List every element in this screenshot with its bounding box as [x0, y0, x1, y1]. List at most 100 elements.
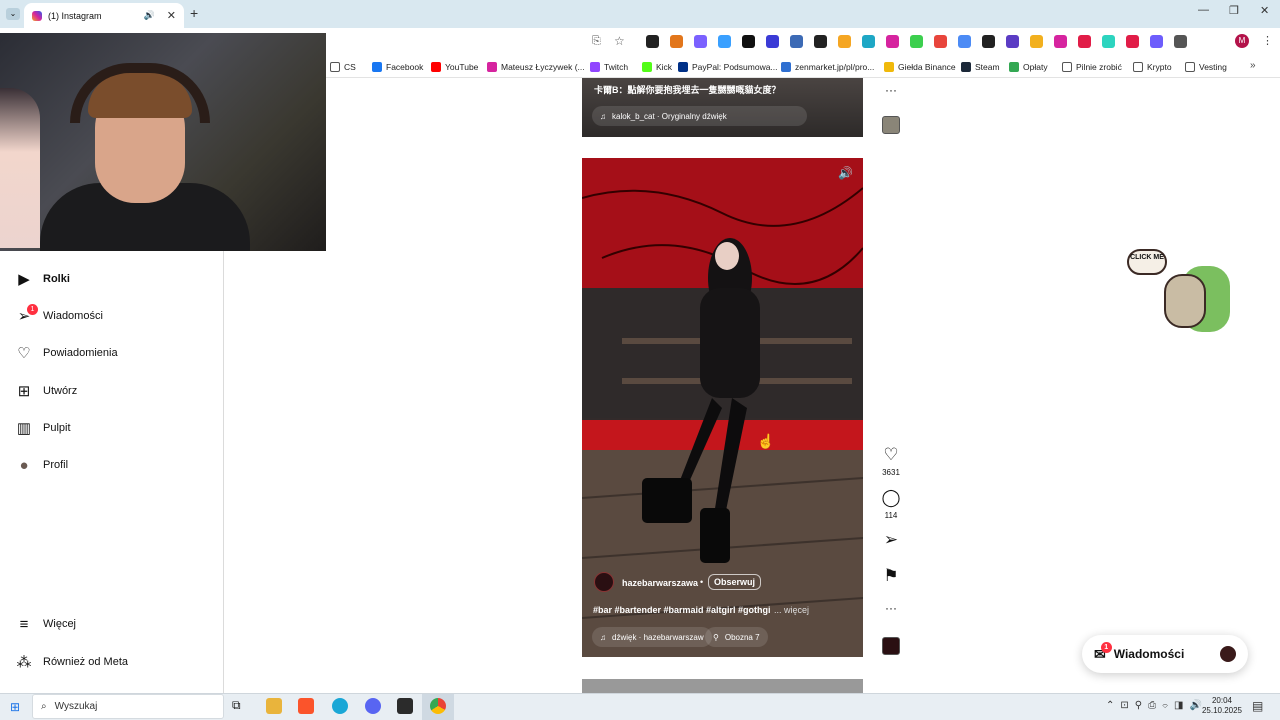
taskbar-search[interactable]: ⌕ Wyszukaj: [32, 694, 224, 719]
browser-extension-icon[interactable]: [1126, 35, 1139, 48]
reel-main[interactable]: 🔊 hazebarwarszawa • Obserwuj #bar #barte…: [582, 158, 863, 657]
reel-audio[interactable]: ♫ dźwięk · hazebarwarszaw: [592, 627, 712, 647]
browser-extension-icon[interactable]: [886, 35, 899, 48]
browser-extension-icon[interactable]: [1174, 35, 1187, 48]
bookmark-item[interactable]: Pilnie zrobić: [1062, 56, 1122, 78]
bookmark-item[interactable]: Twitch: [590, 56, 628, 78]
bookmark-item[interactable]: Mateusz Łyczywek (...: [487, 56, 585, 78]
new-tab-button[interactable]: +: [190, 5, 198, 21]
click-me-panda-sticker[interactable]: CLICK ME: [1122, 246, 1232, 336]
bookmark-item[interactable]: CS: [330, 56, 356, 78]
notifications-icon[interactable]: ▤: [1252, 699, 1263, 713]
browser-extension-icon[interactable]: [814, 35, 827, 48]
messages-widget[interactable]: ✉ 1 Wiadomości: [1082, 635, 1248, 673]
brave-icon[interactable]: [298, 698, 314, 714]
reel-audio-thumbnail[interactable]: [882, 116, 900, 134]
sidebar-item-create[interactable]: ⊞ Utwórz: [16, 379, 78, 403]
chrome-icon[interactable]: [430, 698, 446, 714]
cast-icon[interactable]: ⎘: [592, 35, 601, 48]
minimize-button[interactable]: —: [1198, 4, 1209, 16]
bookmark-favicon-icon: [487, 62, 497, 72]
share-icon[interactable]: ➢: [880, 530, 902, 550]
menu-icon: ≡: [19, 615, 29, 633]
author-username[interactable]: hazebarwarszawa: [622, 578, 698, 588]
browser-extension-icon[interactable]: [646, 35, 659, 48]
sidebar-item-label: Rolki: [43, 273, 70, 285]
bookmark-item[interactable]: zenmarket.jp/pl/pro...: [781, 56, 874, 78]
reel-previous[interactable]: 卡爾B：點解你要抱我埋去一隻嬲嬲嘅貓女度？ ♫ kalok_b_cat · Or…: [582, 78, 863, 137]
browser-extension-icon[interactable]: [1054, 35, 1067, 48]
sidebar-item-more[interactable]: ≡ Więcej: [16, 612, 76, 636]
bookmark-item[interactable]: Kick: [642, 56, 672, 78]
sidebar-item-profile[interactable]: ● Profil: [16, 453, 68, 477]
windows-start-icon[interactable]: ⊞: [10, 700, 20, 714]
browser-extension-icon[interactable]: [1078, 35, 1091, 48]
browser-menu-icon[interactable]: ⋮: [1262, 34, 1273, 47]
browser-extension-icon[interactable]: [862, 35, 875, 48]
save-bookmark-icon[interactable]: ⚑: [880, 566, 902, 586]
close-window-button[interactable]: ✕: [1260, 4, 1269, 17]
bookmark-item[interactable]: Krypto: [1133, 56, 1172, 78]
profile-avatar-icon[interactable]: M: [1235, 34, 1249, 48]
reel-more-options-icon[interactable]: ···: [885, 83, 897, 97]
browser-extension-icon[interactable]: [1102, 35, 1115, 48]
reel-caption: #bar #bartender #barmaid #altgirl #gothg…: [593, 605, 771, 615]
comment-icon[interactable]: ◯: [880, 488, 902, 508]
browser-extension-icon[interactable]: [1006, 35, 1019, 48]
like-heart-icon[interactable]: ♡: [880, 445, 902, 465]
browser-extension-icon[interactable]: [670, 35, 683, 48]
bookmark-star-icon[interactable]: ☆: [614, 34, 625, 48]
reel-location-label: Obozna 7: [724, 632, 760, 642]
bookmark-item[interactable]: Facebook: [372, 56, 423, 78]
system-tray-icons[interactable]: ⌃⊡⚲⎙⌔◨🔊: [1106, 700, 1208, 711]
reel-caption: 卡爾B：點解你要抱我埋去一隻嬲嬲嘅貓女度？: [594, 85, 781, 95]
browser-extension-icon[interactable]: [838, 35, 851, 48]
reel-next[interactable]: [582, 679, 863, 693]
browser-extension-icon[interactable]: [910, 35, 923, 48]
browser-extension-icon[interactable]: [1030, 35, 1043, 48]
reel-audio[interactable]: ♫ kalok_b_cat · Oryginalny dźwięk: [592, 106, 807, 126]
browser-extension-icon[interactable]: [766, 35, 779, 48]
more-options-icon[interactable]: ···: [880, 601, 902, 615]
bookmark-label: CS: [344, 62, 356, 72]
bookmark-item[interactable]: Giełda Binance: [884, 56, 956, 78]
edge-icon[interactable]: [332, 698, 348, 714]
audio-playing-icon[interactable]: 🔊: [144, 10, 155, 21]
more-bookmarks-icon[interactable]: »: [1250, 60, 1256, 71]
bookmark-label: zenmarket.jp/pl/pro...: [795, 62, 875, 72]
browser-extension-icon[interactable]: [982, 35, 995, 48]
reel-location[interactable]: ⚲ Obozna 7: [705, 627, 768, 647]
browser-extension-icon[interactable]: [694, 35, 707, 48]
bookmark-item[interactable]: YouTube: [431, 56, 478, 78]
browser-extension-icon[interactable]: [790, 35, 803, 48]
headset: [70, 63, 210, 123]
task-view-icon[interactable]: ⧉: [232, 698, 248, 714]
tab-search-button[interactable]: ⌄: [6, 8, 20, 20]
follow-button[interactable]: Obserwuj: [708, 574, 762, 590]
browser-extension-icon[interactable]: [934, 35, 947, 48]
bookmark-item[interactable]: Opłaty: [1009, 56, 1048, 78]
sidebar-item-reels[interactable]: ▶ Rolki: [16, 267, 70, 291]
sidebar-item-notifications[interactable]: ♡ Powiadomienia: [16, 341, 117, 365]
sidebar-item-messages[interactable]: ➢ 1 Wiadomości: [16, 304, 103, 328]
discord-icon[interactable]: [365, 698, 381, 714]
taskbar-clock[interactable]: 20:04 25.10.2025: [1200, 696, 1244, 716]
obs-icon[interactable]: [397, 698, 413, 714]
browser-extension-icon[interactable]: [1150, 35, 1163, 48]
browser-tab[interactable]: (1) Instagram 🔊 ✕: [24, 3, 184, 28]
browser-extension-icon[interactable]: [958, 35, 971, 48]
browser-extension-icon[interactable]: [742, 35, 755, 48]
browser-extension-icon[interactable]: [718, 35, 731, 48]
file-explorer-icon[interactable]: [266, 698, 282, 714]
sidebar-item-also-from-meta[interactable]: ⁂ Również od Meta: [16, 650, 129, 674]
bookmark-item[interactable]: Vesting: [1185, 56, 1227, 78]
audio-thumbnail[interactable]: [882, 637, 900, 655]
sound-icon[interactable]: 🔊: [838, 166, 853, 180]
bookmark-item[interactable]: Steam: [961, 56, 1000, 78]
author-avatar[interactable]: [594, 572, 614, 592]
see-more-link[interactable]: ... więcej: [774, 605, 809, 615]
restore-button[interactable]: ❐: [1229, 4, 1239, 17]
sidebar-item-dashboard[interactable]: ▥ Pulpit: [16, 416, 71, 440]
close-tab-icon[interactable]: ✕: [167, 9, 176, 22]
bookmark-item[interactable]: PayPal: Podsumowa...: [678, 56, 778, 78]
